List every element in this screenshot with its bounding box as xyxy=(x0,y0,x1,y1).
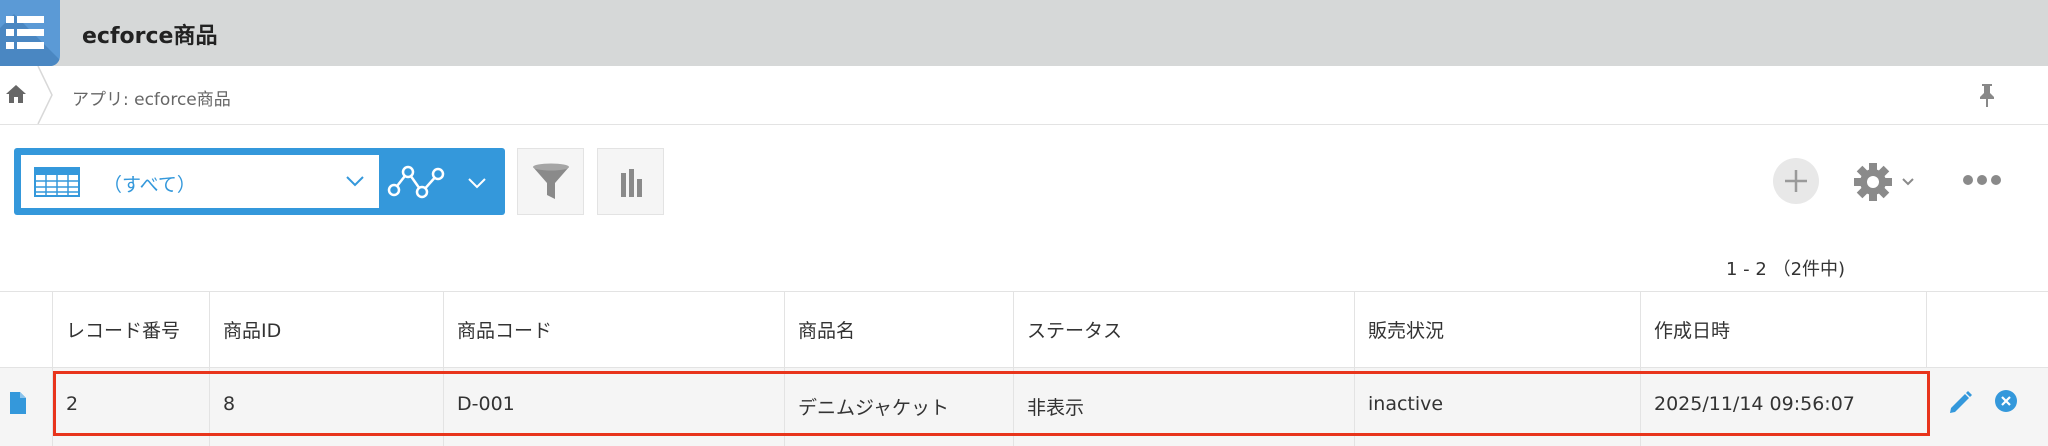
column-header[interactable]: レコード番号 xyxy=(52,292,209,367)
column-header[interactable]: 商品コード xyxy=(443,292,784,367)
breadcrumb-app-link[interactable]: アプリ: ecforce商品 xyxy=(72,85,231,110)
graph-button[interactable] xyxy=(597,148,664,215)
column-header[interactable]: 商品ID xyxy=(209,292,443,367)
view-select-label: （すべて） xyxy=(103,174,196,196)
column-header[interactable]: 作成日時 xyxy=(1640,292,1926,367)
plus-icon xyxy=(1785,170,1807,192)
add-record-button[interactable] xyxy=(1773,158,1819,204)
breadcrumb: アプリ: ecforce商品 xyxy=(0,66,2048,125)
column-header[interactable]: 商品名 xyxy=(784,292,1013,367)
filter-icon xyxy=(533,163,569,199)
pencil-edit-icon[interactable] xyxy=(1947,388,1975,416)
row-highlight-outline xyxy=(53,371,1930,436)
graph-chevron-down-icon[interactable] xyxy=(466,175,488,193)
delete-circle-icon[interactable] xyxy=(1994,389,2018,413)
column-header-actions xyxy=(1926,292,2048,367)
filter-button[interactable] xyxy=(517,148,584,215)
settings-gear-icon[interactable] xyxy=(1853,162,1923,202)
column-header[interactable]: ステータス xyxy=(1013,292,1354,367)
home-icon[interactable] xyxy=(5,84,27,104)
bar-chart-icon xyxy=(621,169,642,197)
record-detail-icon[interactable] xyxy=(9,391,27,415)
list-view-icon xyxy=(34,167,80,197)
app-list-icon[interactable] xyxy=(0,0,60,66)
graph-icon[interactable] xyxy=(386,162,446,202)
table-header: レコード番号 商品ID 商品コード 商品名 ステータス 販売状況 作成日時 xyxy=(0,291,2048,368)
breadcrumb-separator xyxy=(37,66,53,124)
app-title: ecforce商品 xyxy=(82,24,218,49)
view-selector-group: （すべて） xyxy=(14,148,505,215)
app-header: ecforce商品 xyxy=(0,0,2048,66)
column-header[interactable]: 販売状況 xyxy=(1354,292,1640,367)
view-select[interactable]: （すべて） xyxy=(21,155,379,208)
pin-icon[interactable] xyxy=(1978,82,1996,108)
more-options-icon[interactable] xyxy=(1962,172,2002,188)
chevron-down-icon xyxy=(346,176,364,187)
pagination-count: 1 - 2 （2件中) xyxy=(1726,259,1846,280)
